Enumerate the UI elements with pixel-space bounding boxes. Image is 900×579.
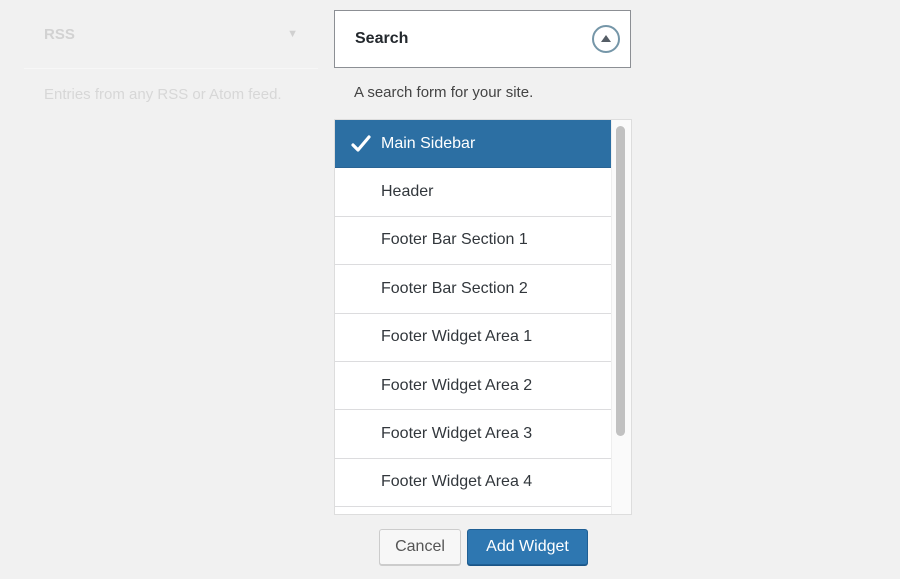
widget-area-label: Footer Widget Area 1	[381, 328, 533, 346]
widget-area-option[interactable]: Footer Bar Section 2	[335, 265, 612, 314]
scrollbar-thumb[interactable]	[616, 126, 625, 436]
add-widget-button[interactable]: Add Widget	[467, 529, 588, 565]
scrollbar-track[interactable]	[611, 120, 631, 514]
caret-down-icon: ▼	[287, 28, 298, 40]
caret-up-icon	[601, 34, 611, 42]
widget-area-option[interactable]	[335, 507, 612, 514]
widget-area-option[interactable]: Footer Widget Area 2	[335, 362, 612, 411]
widget-area-label: Footer Bar Section 2	[381, 279, 528, 297]
widget-area-label: Footer Widget Area 3	[381, 425, 533, 443]
rss-widget: RSS ▼ Entries from any RSS or Atom feed.	[24, 0, 318, 106]
widget-area-option[interactable]: Footer Bar Section 1	[335, 217, 612, 266]
widget-area-label: Footer Bar Section 1	[381, 231, 528, 249]
rss-widget-description: Entries from any RSS or Atom feed.	[44, 86, 282, 103]
widget-area-option[interactable]: Footer Widget Area 1	[335, 314, 612, 362]
widget-area-option[interactable]: Main Sidebar	[335, 120, 612, 169]
widget-area-option[interactable]: Footer Widget Area 4	[335, 459, 612, 508]
widget-area-option[interactable]: Footer Widget Area 3	[335, 410, 612, 459]
collapse-toggle-button[interactable]	[592, 25, 620, 53]
widget-area-label: Footer Widget Area 2	[381, 376, 533, 394]
checkmark-icon	[351, 135, 371, 152]
rss-widget-title: RSS	[44, 25, 75, 43]
rss-widget-header[interactable]: RSS ▼	[24, 0, 318, 69]
search-widget-description: A search form for your site.	[354, 84, 534, 101]
widget-area-list[interactable]: Main Sidebar Header Footer Bar Section 1 Fo…	[334, 119, 632, 515]
cancel-button[interactable]: Cancel	[379, 529, 461, 565]
widget-area-label: Header	[381, 183, 434, 201]
search-widget-title: Search	[355, 30, 409, 47]
widget-area-label: Main Sidebar	[381, 134, 476, 152]
widget-area-items: Main Sidebar Header Footer Bar Section 1 Fo…	[335, 120, 612, 514]
widget-area-option[interactable]: Header	[335, 168, 612, 217]
widget-area-label: Footer Widget Area 4	[381, 473, 533, 491]
search-widget-header[interactable]: Search	[334, 10, 631, 68]
